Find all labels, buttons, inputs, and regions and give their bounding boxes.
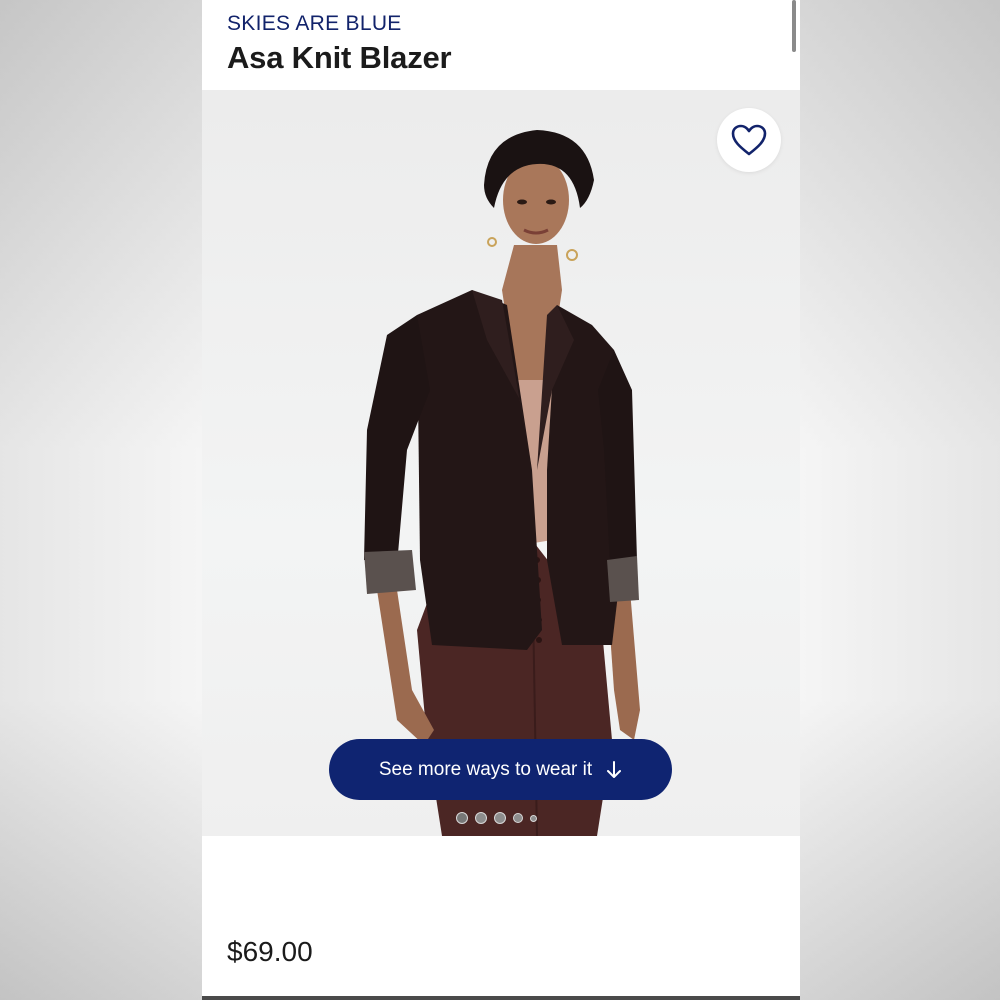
carousel-pagination: [456, 810, 537, 826]
see-more-ways-button[interactable]: See more ways to wear it: [329, 739, 672, 800]
see-more-ways-label: See more ways to wear it: [378, 758, 593, 780]
left-backdrop: [0, 0, 202, 1000]
product-page: SKIES ARE BLUE Asa Knit Blazer See more …: [202, 0, 800, 1000]
carousel-dot[interactable]: [530, 814, 537, 822]
bottom-edge: [202, 996, 800, 1000]
carousel-dot[interactable]: [494, 812, 506, 824]
right-backdrop: [800, 0, 1000, 1000]
carousel-dot[interactable]: [456, 812, 468, 824]
favorite-button[interactable]: [717, 108, 781, 172]
carousel-dot[interactable]: [513, 813, 523, 823]
product-title: Asa Knit Blazer: [227, 40, 452, 75]
carousel-dot[interactable]: [475, 812, 487, 824]
heart-icon: [731, 124, 767, 156]
product-photo: [364, 130, 640, 836]
product-price: $69.00: [227, 936, 313, 967]
arrow-down-icon: [606, 760, 622, 779]
product-image-carousel[interactable]: See more ways to wear it: [202, 90, 800, 836]
product-header: SKIES ARE BLUE Asa Knit Blazer: [202, 0, 800, 90]
scrollbar[interactable]: [792, 0, 796, 52]
brand-name[interactable]: SKIES ARE BLUE: [227, 12, 402, 36]
